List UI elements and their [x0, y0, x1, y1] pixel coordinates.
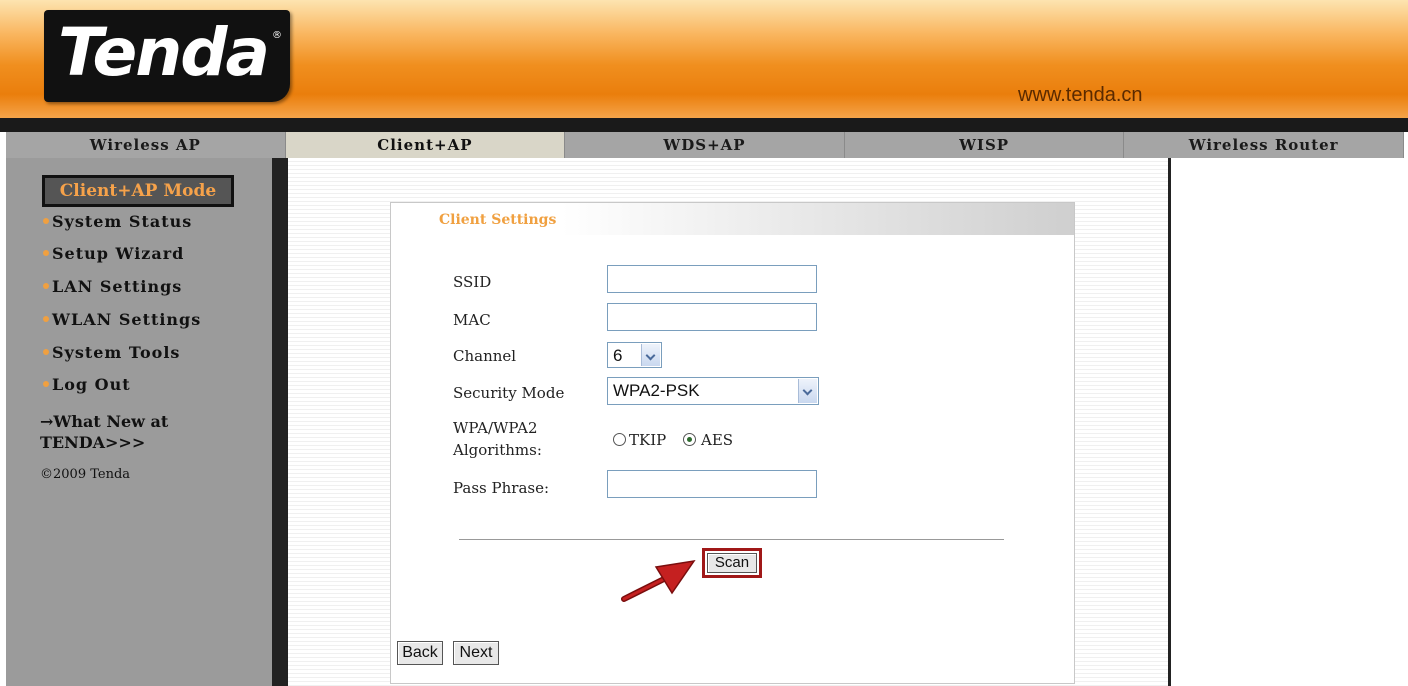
bullet-icon — [43, 316, 49, 322]
sidebar-item-lan-settings[interactable]: LAN Settings — [43, 277, 183, 296]
sidebar-item-system-status[interactable]: System Status — [43, 212, 193, 231]
sidebar-item-log-out[interactable]: Log Out — [43, 375, 131, 394]
mode-tabs: Wireless AP Client+AP WDS+AP WISP Wirele… — [6, 132, 1404, 158]
red-pointer-arrow-icon — [621, 559, 696, 602]
security-mode-value: WPA2-PSK — [613, 381, 700, 400]
pass-phrase-label: Pass Phrase: — [453, 479, 550, 497]
sidebar-item-label: System Tools — [52, 343, 181, 362]
back-button[interactable]: Back — [397, 641, 443, 665]
aes-radio[interactable] — [683, 433, 696, 446]
whats-new-line2: TENDA>>> — [40, 433, 146, 452]
bullet-icon — [43, 250, 49, 256]
tenda-logo: Tenda ® — [44, 10, 290, 102]
sidebar-item-label: System Status — [52, 212, 193, 231]
algorithms-label-line1: WPA/WPA2 — [453, 419, 538, 437]
security-mode-label: Security Mode — [453, 384, 565, 402]
tab-wisp[interactable]: WISP — [844, 132, 1125, 158]
mac-label: MAC — [453, 311, 491, 329]
aes-label: AES — [701, 431, 734, 449]
site-url[interactable]: www.tenda.cn — [1018, 84, 1143, 107]
ssid-label: SSID — [453, 273, 492, 291]
tab-client-ap[interactable]: Client+AP — [285, 132, 566, 158]
sidebar-item-label: Setup Wizard — [52, 244, 185, 263]
sidebar: Client+AP Mode System Status Setup Wizar… — [6, 158, 272, 686]
copyright: ©2009 Tenda — [40, 467, 131, 482]
sidebar-item-wlan-settings[interactable]: WLAN Settings — [43, 310, 202, 329]
algorithms-label: WPA/WPA2 Algorithms: — [453, 417, 542, 461]
panel-title: Client Settings — [439, 212, 557, 228]
pass-phrase-input[interactable] — [607, 470, 817, 498]
bullet-icon — [43, 349, 49, 355]
chevron-down-icon[interactable] — [641, 344, 660, 366]
sidebar-item-system-tools[interactable]: System Tools — [43, 343, 181, 362]
chevron-down-icon[interactable] — [798, 379, 817, 403]
tkip-label: TKIP — [629, 431, 667, 449]
main-right-border — [1168, 158, 1171, 686]
client-settings-panel: Client Settings SSID MAC Channel 6 Secur… — [390, 202, 1075, 684]
bullet-icon — [43, 218, 49, 224]
bullet-icon — [43, 381, 49, 387]
header-banner: Tenda ® www.tenda.cn — [0, 0, 1408, 118]
form-divider — [459, 539, 1004, 540]
header-divider-bar — [0, 118, 1408, 132]
whats-new-link[interactable]: →What New at TENDA>>> — [40, 411, 168, 453]
sidebar-item-label: WLAN Settings — [52, 310, 202, 329]
tkip-radio[interactable] — [613, 433, 626, 446]
sidebar-mode-title: Client+AP Mode — [42, 175, 234, 207]
scan-highlight-box: Scan — [702, 548, 762, 578]
tab-wireless-ap[interactable]: Wireless AP — [6, 132, 286, 158]
next-button[interactable]: Next — [453, 641, 499, 665]
scan-button[interactable]: Scan — [707, 553, 757, 573]
logo-registered-mark: ® — [272, 30, 282, 41]
bullet-icon — [43, 283, 49, 289]
security-mode-select[interactable]: WPA2-PSK — [607, 377, 819, 405]
algorithms-label-line2: Algorithms: — [453, 441, 542, 459]
channel-label: Channel — [453, 347, 517, 365]
channel-value: 6 — [613, 346, 623, 365]
tab-wds-ap[interactable]: WDS+AP — [565, 132, 845, 158]
sidebar-edge — [272, 158, 288, 686]
sidebar-item-label: LAN Settings — [52, 277, 183, 296]
channel-select[interactable]: 6 — [607, 342, 662, 368]
ssid-input[interactable] — [607, 265, 817, 293]
logo-text: Tenda — [58, 14, 270, 91]
sidebar-item-setup-wizard[interactable]: Setup Wizard — [43, 244, 185, 263]
whats-new-line1: →What New at — [40, 412, 169, 431]
panel-header: Client Settings — [391, 203, 1074, 235]
mac-input[interactable] — [607, 303, 817, 331]
sidebar-item-label: Log Out — [52, 375, 131, 394]
tab-wireless-router[interactable]: Wireless Router — [1124, 132, 1404, 158]
